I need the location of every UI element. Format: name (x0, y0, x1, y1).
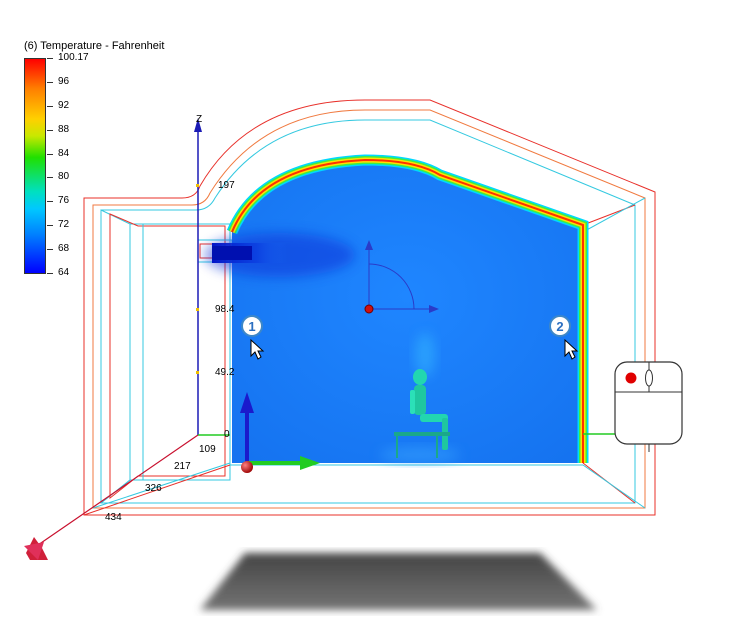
legend-value-label: 76 (58, 195, 70, 207)
legend-tick (47, 273, 53, 274)
z-tick-label: 197 (218, 180, 235, 191)
legend-value-label: 92 (58, 99, 70, 111)
temperature-color-scale (24, 58, 46, 274)
legend-value-label: 80 (58, 171, 70, 183)
cfd-viewport[interactable]: 1 2 (6) Temperature - Fahrenheit 100.17 9… (0, 0, 739, 619)
x-tick-label: 434 (105, 512, 122, 523)
temperature-section (205, 154, 589, 463)
legend-tick (47, 153, 53, 155)
legend-value-label: 88 (58, 123, 70, 135)
z-tick-label: 0 (224, 429, 230, 440)
x-tick-label: 217 (174, 461, 191, 472)
z-tick-label: 98.4 (215, 304, 235, 315)
legend-tick (47, 129, 53, 131)
x-tick-label: 326 (145, 483, 162, 494)
legend-value-label: 64 (58, 267, 70, 278)
cold-air-jet (205, 233, 355, 277)
legend-tick (47, 81, 53, 83)
legend-tick (47, 58, 53, 59)
legend-tick (47, 201, 53, 203)
legend-tick (47, 249, 53, 251)
mouse-navigation-icon[interactable] (583, 361, 683, 452)
legend-tick (47, 225, 53, 227)
legend-value-label: 72 (58, 219, 70, 231)
legend-tick (47, 105, 53, 107)
legend-value-label: 84 (58, 147, 70, 159)
probe-marker-1-label: 1 (248, 319, 255, 334)
legend-title: (6) Temperature - Fahrenheit (24, 40, 165, 52)
legend-value-label: 100.17 (58, 52, 89, 63)
legend-value-label: 68 (58, 243, 70, 255)
floor-shadow (200, 553, 597, 610)
probe-marker-2-label: 2 (556, 319, 563, 334)
legend-tick (47, 177, 53, 179)
legend-value-label: 96 (58, 75, 70, 87)
z-tick-label: 49.2 (215, 367, 235, 378)
x-tick-label: 109 (199, 444, 216, 455)
z-axis-label: Z (196, 114, 203, 125)
